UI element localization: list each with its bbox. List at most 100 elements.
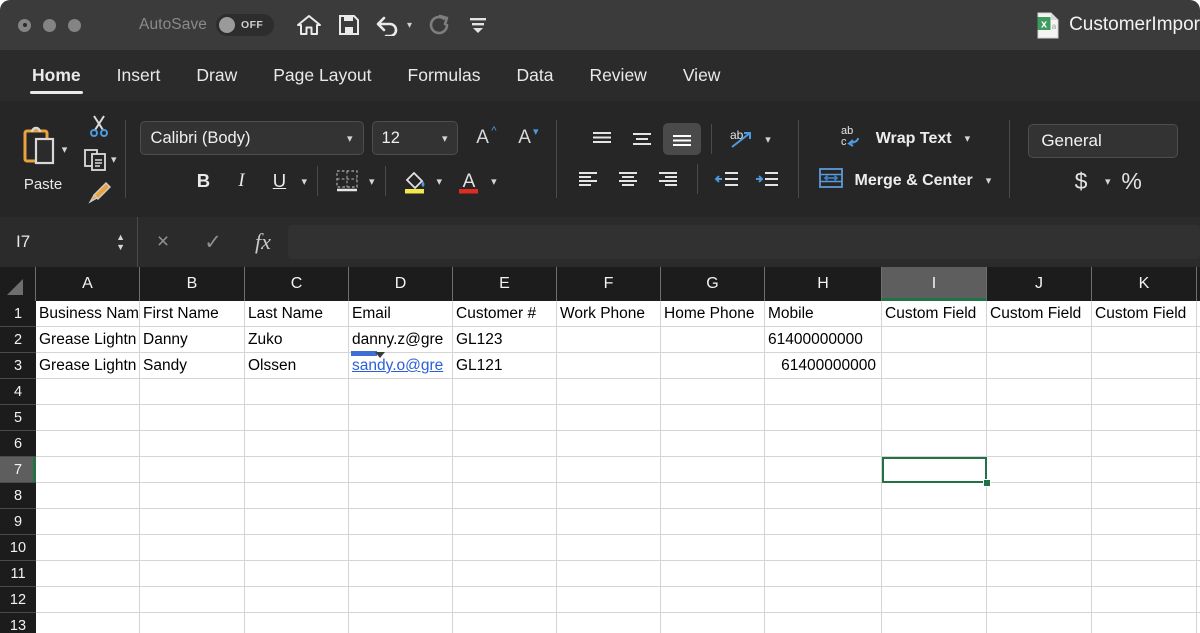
- tab-view[interactable]: View: [665, 50, 739, 101]
- cell-E13[interactable]: [453, 613, 557, 633]
- tab-formulas[interactable]: Formulas: [390, 50, 499, 101]
- cell-K10[interactable]: [1092, 535, 1197, 561]
- cell-J7[interactable]: [987, 457, 1092, 483]
- tab-review[interactable]: Review: [571, 50, 664, 101]
- cell-F7[interactable]: [557, 457, 661, 483]
- cell-D9[interactable]: [349, 509, 453, 535]
- cell-I8[interactable]: [882, 483, 987, 509]
- cell-A12[interactable]: [36, 587, 140, 613]
- cell-A1[interactable]: Business Nam: [36, 301, 140, 327]
- column-header-h[interactable]: H: [765, 267, 882, 301]
- cell-J2[interactable]: [987, 327, 1092, 353]
- cell-D13[interactable]: [349, 613, 453, 633]
- cell-G8[interactable]: [661, 483, 765, 509]
- cell-D3[interactable]: sandy.o@gre: [349, 353, 453, 379]
- cell-A3[interactable]: Grease Lightn: [36, 353, 140, 379]
- column-header-c[interactable]: C: [245, 267, 349, 301]
- cell-F9[interactable]: [557, 509, 661, 535]
- cell-K8[interactable]: [1092, 483, 1197, 509]
- bold-button[interactable]: B: [184, 165, 222, 197]
- number-format-select[interactable]: General: [1028, 124, 1178, 158]
- undo-icon[interactable]: [376, 14, 400, 36]
- font-size-chevron-down-icon[interactable]: ▾: [442, 132, 448, 145]
- align-right-button[interactable]: [649, 163, 687, 195]
- insert-function-icon[interactable]: fx: [238, 229, 288, 255]
- cell-K1[interactable]: Custom Field: [1092, 301, 1197, 327]
- stepper-down-icon[interactable]: ▼: [116, 244, 125, 251]
- cell-B5[interactable]: [140, 405, 245, 431]
- minimize-button[interactable]: [43, 19, 56, 32]
- align-middle-button[interactable]: [623, 123, 661, 155]
- cell-A9[interactable]: [36, 509, 140, 535]
- cell-E6[interactable]: [453, 431, 557, 457]
- row-header-2[interactable]: 2: [0, 327, 36, 353]
- fill-color-button[interactable]: [396, 165, 434, 197]
- cell-G7[interactable]: [661, 457, 765, 483]
- cell-K7[interactable]: [1092, 457, 1197, 483]
- cell-I10[interactable]: [882, 535, 987, 561]
- cell-A8[interactable]: [36, 483, 140, 509]
- cell-H10[interactable]: [765, 535, 882, 561]
- copy-button[interactable]: ▾: [82, 144, 117, 175]
- name-box[interactable]: I7 ▲ ▼: [0, 217, 138, 267]
- cell-K3[interactable]: [1092, 353, 1197, 379]
- cell-A2[interactable]: Grease Lightn: [36, 327, 140, 353]
- formula-input[interactable]: [288, 225, 1200, 259]
- cell-E7[interactable]: [453, 457, 557, 483]
- align-left-button[interactable]: [569, 163, 607, 195]
- cell-B10[interactable]: [140, 535, 245, 561]
- cell-B4[interactable]: [140, 379, 245, 405]
- cell-E8[interactable]: [453, 483, 557, 509]
- cell-J9[interactable]: [987, 509, 1092, 535]
- cell-B9[interactable]: [140, 509, 245, 535]
- cell-F4[interactable]: [557, 379, 661, 405]
- cell-K2[interactable]: [1092, 327, 1197, 353]
- cell-J3[interactable]: [987, 353, 1092, 379]
- cell-F11[interactable]: [557, 561, 661, 587]
- row-header-13[interactable]: 13: [0, 613, 36, 633]
- home-icon[interactable]: [296, 13, 322, 37]
- cell-G12[interactable]: [661, 587, 765, 613]
- underline-button[interactable]: U: [260, 165, 298, 197]
- cell-F1[interactable]: Work Phone: [557, 301, 661, 327]
- cell-F12[interactable]: [557, 587, 661, 613]
- cell-B2[interactable]: Danny: [140, 327, 245, 353]
- cell-E9[interactable]: [453, 509, 557, 535]
- cell-B13[interactable]: [140, 613, 245, 633]
- cell-G6[interactable]: [661, 431, 765, 457]
- merge-center-chevron-down-icon[interactable]: ▾: [986, 174, 992, 187]
- cell-I9[interactable]: [882, 509, 987, 535]
- cell-C2[interactable]: Zuko: [245, 327, 349, 353]
- paste-button[interactable]: ▾ Paste: [6, 109, 80, 209]
- cell-A4[interactable]: [36, 379, 140, 405]
- cell-C11[interactable]: [245, 561, 349, 587]
- cell-C7[interactable]: [245, 457, 349, 483]
- tab-insert[interactable]: Insert: [99, 50, 179, 101]
- autosave-control[interactable]: AutoSave OFF: [139, 14, 274, 36]
- name-box-stepper[interactable]: ▲ ▼: [116, 234, 125, 251]
- cell-C9[interactable]: [245, 509, 349, 535]
- cell-G13[interactable]: [661, 613, 765, 633]
- confirm-formula-icon[interactable]: ✓: [188, 230, 238, 255]
- paste-chevron-down-icon[interactable]: ▾: [62, 143, 68, 156]
- cell-B11[interactable]: [140, 561, 245, 587]
- cell-E5[interactable]: [453, 405, 557, 431]
- cell-C5[interactable]: [245, 405, 349, 431]
- column-header-b[interactable]: B: [140, 267, 245, 301]
- cell-A7[interactable]: [36, 457, 140, 483]
- cell-C3[interactable]: Olssen: [245, 353, 349, 379]
- cell-C6[interactable]: [245, 431, 349, 457]
- column-header-g[interactable]: G: [661, 267, 765, 301]
- column-header-i[interactable]: I: [882, 267, 987, 301]
- cell-B8[interactable]: [140, 483, 245, 509]
- cell-E1[interactable]: Customer #: [453, 301, 557, 327]
- cell-B12[interactable]: [140, 587, 245, 613]
- column-header-k[interactable]: K: [1092, 267, 1197, 301]
- cell-I13[interactable]: [882, 613, 987, 633]
- row-header-1[interactable]: 1: [0, 301, 36, 327]
- cell-I2[interactable]: [882, 327, 987, 353]
- cell-J10[interactable]: [987, 535, 1092, 561]
- cell-B7[interactable]: [140, 457, 245, 483]
- cell-C13[interactable]: [245, 613, 349, 633]
- row-header-9[interactable]: 9: [0, 509, 36, 535]
